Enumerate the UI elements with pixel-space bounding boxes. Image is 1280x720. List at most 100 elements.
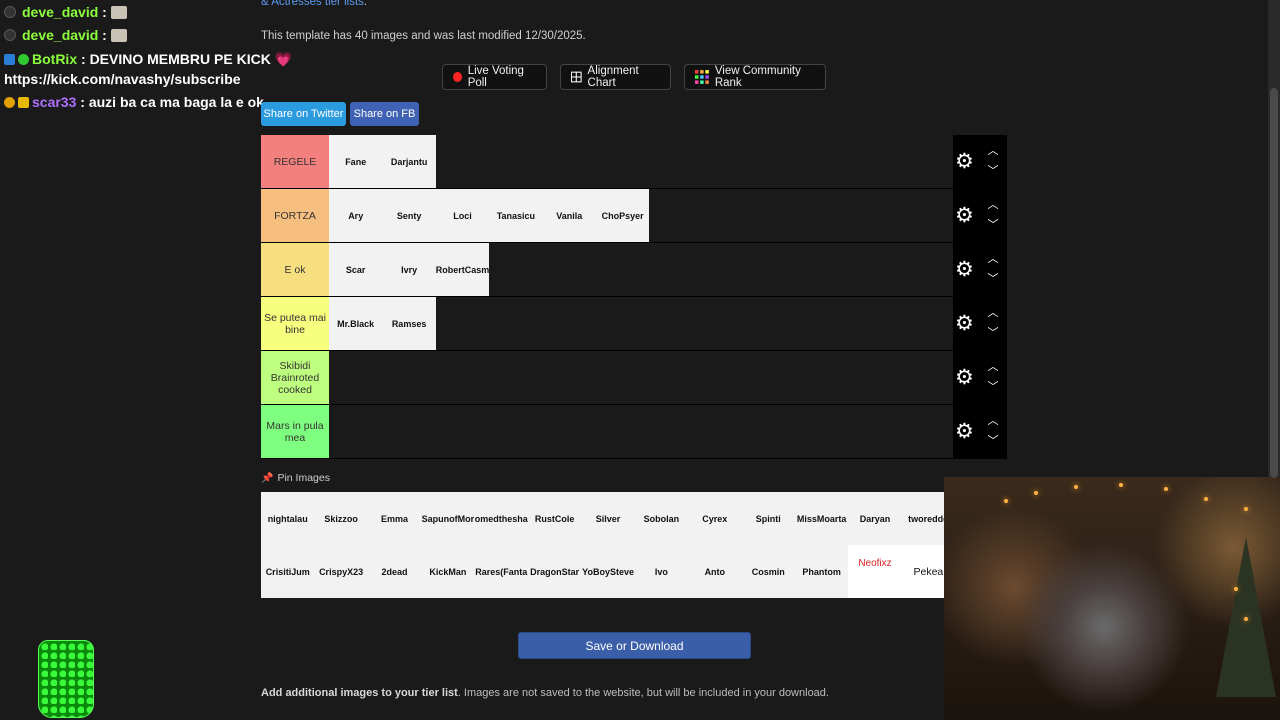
chevron-down-icon[interactable]: ﹀	[987, 382, 999, 393]
tier-lists-link[interactable]: & Actresses tier lists.	[261, 0, 367, 8]
chevron-up-icon[interactable]: ︿	[987, 146, 999, 157]
tier-row: FORTZA Ary Senty Loci Tanasicu Vanila ChoPsyer…	[261, 189, 1007, 243]
tier-label[interactable]: REGELE	[261, 135, 329, 188]
chat-username: BotRix	[32, 51, 78, 67]
chat-link[interactable]: https://kick.com/navashy/subscribe	[4, 71, 241, 87]
pool-item[interactable]: Silver	[581, 492, 635, 545]
save-download-button[interactable]: Save or Download	[518, 632, 751, 659]
share-twitter-button[interactable]: Share on Twitter	[261, 102, 346, 126]
chat-message: scar33 : auzi ba ca ma baga la e ok	[4, 94, 264, 110]
pool-item[interactable]: Daryan	[848, 492, 902, 545]
pool-item[interactable]: nightalau	[261, 492, 315, 545]
tier-label[interactable]: Mars in pula mea	[261, 405, 329, 458]
view-community-rank-button[interactable]: View Community Rank	[684, 64, 826, 90]
pool-item[interactable]: Sobolan	[634, 492, 689, 545]
scroll-thumb[interactable]	[1270, 88, 1278, 478]
grid-icon	[571, 71, 582, 83]
webcam-overlay	[944, 477, 1280, 720]
tier-item[interactable]: Vanila	[542, 189, 596, 242]
chevron-up-icon[interactable]: ︿	[987, 362, 999, 373]
pool-item[interactable]: Emma	[367, 492, 422, 545]
gear-icon[interactable]: ⚙	[955, 421, 974, 442]
chat-text: :	[102, 4, 107, 20]
alignment-chart-button[interactable]: Alignment Chart	[560, 64, 671, 90]
pin-images-toggle[interactable]: 📌 Pin Images	[261, 472, 330, 484]
pool-item[interactable]: DragonStar	[527, 545, 582, 598]
pool-item[interactable]: CrispyX23	[314, 545, 368, 598]
pool-item[interactable]: 2dead	[367, 545, 422, 598]
light	[1074, 485, 1078, 489]
verified-badge-icon	[18, 54, 29, 65]
tier-label[interactable]: Skibidi Brainroted cooked	[261, 351, 329, 404]
add-images-rest: . Images are not saved to the website, b…	[457, 687, 829, 699]
light	[1034, 491, 1038, 495]
tier-item[interactable]: RobertCasm	[435, 243, 490, 296]
tier-item[interactable]: Loci	[435, 189, 490, 242]
share-fb-button[interactable]: Share on FB	[350, 102, 419, 126]
chevron-up-icon[interactable]: ︿	[987, 254, 999, 265]
tier-row: Skibidi Brainroted cooked ⚙ ︿ ﹀	[261, 351, 1007, 405]
tier-items: Mr.Black Ramses	[329, 297, 436, 350]
tier-item[interactable]: Ary	[329, 189, 383, 242]
tier-item[interactable]: Senty	[382, 189, 436, 242]
user-badge-icon	[4, 6, 16, 18]
chat-username: deve_david	[22, 27, 99, 43]
light	[1004, 499, 1008, 503]
tier-item[interactable]: Scar	[329, 243, 383, 296]
pool-item[interactable]: Spinti	[741, 492, 795, 545]
light	[1244, 507, 1248, 511]
tier-row: E ok Scar Ivry RobertCasm ⚙ ︿ ﹀	[261, 243, 1007, 297]
tier-item[interactable]: Ramses	[382, 297, 436, 350]
bot-badge-icon	[4, 54, 15, 65]
tier-controls: ⚙ ︿ ﹀	[953, 351, 1007, 404]
tier-item[interactable]: Darjantu	[382, 135, 436, 188]
tier-item[interactable]: Tanasicu	[489, 189, 543, 242]
live-voting-poll-button[interactable]: Live Voting Poll	[442, 64, 547, 90]
chevron-up-icon[interactable]: ︿	[987, 416, 999, 427]
chat-message: https://kick.com/navashy/subscribe	[4, 71, 241, 87]
pool-item[interactable]: Cyrex	[688, 492, 742, 545]
pool-item[interactable]: Cosmin	[741, 545, 795, 598]
emote-icon	[110, 6, 127, 19]
tier-label[interactable]: Se putea mai bine	[261, 297, 329, 350]
tier-item[interactable]: Fane	[329, 135, 383, 188]
pool-item[interactable]: Rares(Fanta	[474, 545, 528, 598]
pool-item[interactable]: Neofixz	[848, 545, 902, 598]
gear-icon[interactable]: ⚙	[955, 367, 974, 388]
tier-controls: ⚙ ︿ ﹀	[953, 243, 1007, 296]
gear-icon[interactable]: ⚙	[955, 205, 974, 226]
chevron-up-icon[interactable]: ︿	[987, 308, 999, 319]
gear-icon[interactable]: ⚙	[955, 259, 974, 280]
tier-item[interactable]: Mr.Black	[329, 297, 383, 350]
button-label: Live Voting Poll	[467, 65, 524, 89]
chevron-down-icon[interactable]: ﹀	[987, 166, 999, 177]
pool-item[interactable]: Anto	[688, 545, 742, 598]
gear-icon[interactable]: ⚙	[955, 151, 974, 172]
chevron-up-icon[interactable]: ︿	[987, 200, 999, 211]
light	[1244, 617, 1248, 621]
chevron-down-icon[interactable]: ﹀	[987, 274, 999, 285]
pool-item[interactable]: MissMoarta	[794, 492, 849, 545]
user-badge-icon	[4, 29, 16, 41]
pool-item[interactable]: Phantom	[794, 545, 849, 598]
chevron-down-icon[interactable]: ﹀	[987, 328, 999, 339]
tier-item[interactable]: Ivry	[382, 243, 436, 296]
pool-item[interactable]: Ivo	[634, 545, 689, 598]
chevron-down-icon[interactable]: ﹀	[987, 220, 999, 231]
green-mascot-icon	[38, 640, 94, 718]
pool-item[interactable]: SapunofMor	[421, 492, 475, 545]
pool-item[interactable]: omedthesha	[474, 492, 528, 545]
pool-item[interactable]: Skizzoo	[314, 492, 368, 545]
tier-label[interactable]: FORTZA	[261, 189, 329, 242]
gear-icon[interactable]: ⚙	[955, 313, 974, 334]
pool-item[interactable]: RustCole	[527, 492, 582, 545]
pool-item[interactable]: YoBoySteve	[581, 545, 635, 598]
pool-item[interactable]: KickMan	[421, 545, 475, 598]
tier-item[interactable]: ChoPsyer	[595, 189, 650, 242]
pool-item[interactable]: CrisitiJum	[261, 545, 315, 598]
tier-row: REGELE Fane Darjantu ⚙ ︿ ﹀	[261, 135, 1007, 189]
light	[1204, 497, 1208, 501]
chevron-down-icon[interactable]: ﹀	[987, 436, 999, 447]
tier-label[interactable]: E ok	[261, 243, 329, 296]
page-scrollbar[interactable]	[1268, 0, 1280, 478]
